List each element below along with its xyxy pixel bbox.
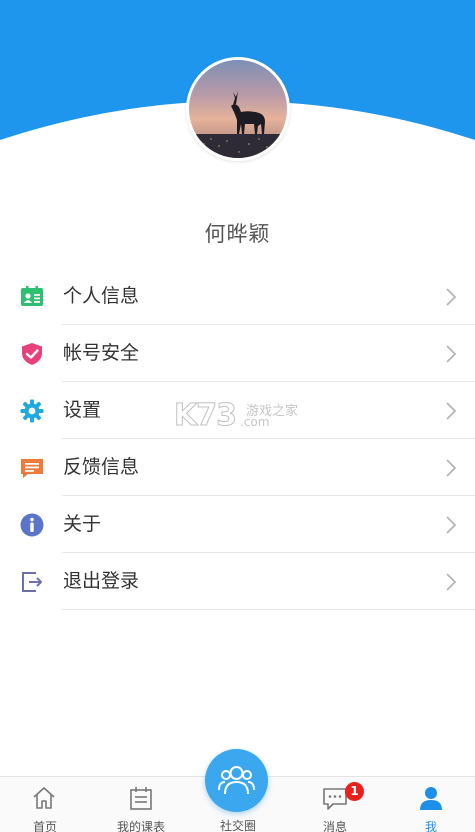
nav-label: 我 xyxy=(424,820,437,832)
chevron-right-icon xyxy=(445,458,457,478)
nav-schedule[interactable]: 我的课表 xyxy=(96,777,186,832)
person-icon xyxy=(418,785,444,811)
chat-icon xyxy=(322,785,348,811)
nav-label: 消息 xyxy=(322,820,347,832)
chevron-right-icon xyxy=(445,344,457,364)
logout-icon xyxy=(20,570,44,594)
username: 何晔颖 xyxy=(204,222,271,246)
home-icon xyxy=(31,785,57,811)
menu-item-feedback[interactable]: 反馈信息 xyxy=(0,439,475,496)
menu-item-label: 退出登录 xyxy=(63,570,140,592)
chevron-right-icon xyxy=(445,515,457,535)
feedback-icon xyxy=(20,456,44,480)
nav-messages[interactable]: 消息 xyxy=(290,777,380,832)
nav-label: 我的课表 xyxy=(116,820,165,832)
menu-item-label: 设置 xyxy=(63,399,102,421)
profile-menu: 个人信息 帐号安全 设置 反馈信息 关于 退出登录 xyxy=(0,268,475,610)
chevron-right-icon xyxy=(445,572,457,592)
menu-item-logout[interactable]: 退出登录 xyxy=(0,553,475,610)
nav-home[interactable]: 首页 xyxy=(0,777,90,832)
nav-label: 首页 xyxy=(32,820,57,832)
info-icon xyxy=(20,513,44,537)
nav-social-circle-button[interactable] xyxy=(205,749,268,812)
menu-item-label: 帐号安全 xyxy=(63,342,140,364)
nav-me[interactable]: 我 xyxy=(386,777,475,832)
menu-item-account-security[interactable]: 帐号安全 xyxy=(0,325,475,382)
menu-item-label: 反馈信息 xyxy=(63,456,140,478)
menu-item-personal-info[interactable]: 个人信息 xyxy=(0,268,475,325)
menu-item-label: 关于 xyxy=(63,513,102,535)
gear-icon xyxy=(20,399,44,423)
unread-badge: 1 xyxy=(345,782,364,801)
id-card-icon xyxy=(20,285,44,309)
nav-social-circle-label: 社交圈 xyxy=(219,819,256,832)
avatar[interactable] xyxy=(186,57,290,161)
calendar-icon xyxy=(128,785,154,811)
menu-item-label: 个人信息 xyxy=(63,285,140,307)
menu-item-about[interactable]: 关于 xyxy=(0,496,475,553)
chevron-right-icon xyxy=(445,401,457,421)
people-icon xyxy=(218,766,255,795)
menu-item-settings[interactable]: 设置 xyxy=(0,382,475,439)
shield-icon xyxy=(20,342,44,366)
chevron-right-icon xyxy=(445,287,457,307)
